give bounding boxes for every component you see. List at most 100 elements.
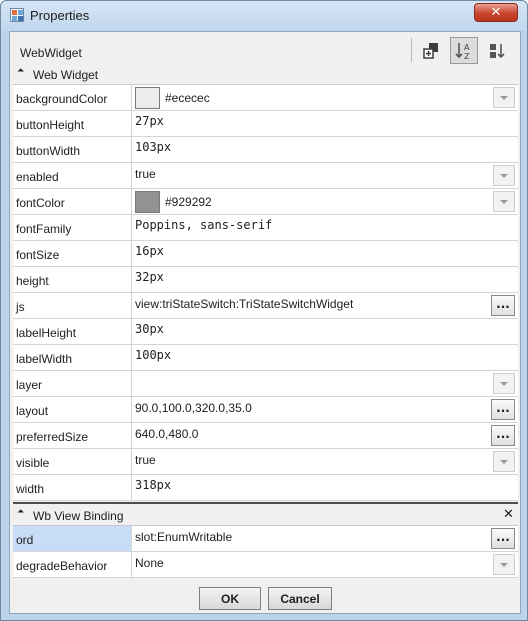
property-name[interactable]: height [13, 267, 132, 292]
property-row-fontcolor: fontColor #929292 [13, 189, 518, 215]
chevron-down-icon [500, 459, 508, 464]
property-row-buttonwidth: buttonWidth 103px [13, 137, 518, 163]
dropdown-button[interactable] [493, 554, 515, 575]
property-value-editor[interactable]: 640.0,480.0... [133, 423, 518, 448]
property-name[interactable]: ord [13, 526, 132, 551]
svg-text:Z: Z [464, 52, 470, 61]
value-text: 100px [135, 348, 172, 362]
value-text: true [135, 167, 156, 181]
value-text: 318px [135, 478, 172, 492]
value-text: 27px [135, 114, 164, 128]
ellipsis-button[interactable]: ... [491, 295, 515, 316]
property-name[interactable]: fontFamily [13, 215, 132, 240]
chevron-down-icon [500, 381, 508, 386]
section-divider [13, 502, 518, 504]
dropdown-button[interactable] [493, 373, 515, 394]
property-value-editor[interactable]: view:triStateSwitch:TriStateSwitchWidget… [133, 293, 518, 318]
value-text: true [135, 453, 156, 467]
property-value-editor[interactable]: true [133, 163, 518, 188]
value-text: Poppins, sans-serif [135, 218, 273, 232]
section-title: Web Widget [33, 68, 99, 82]
property-name[interactable]: preferredSize [13, 423, 132, 448]
property-value-editor[interactable]: 318px [133, 475, 518, 500]
sort-alphabetical-button[interactable]: A Z [450, 37, 478, 64]
dialog-body: WebWidget A Z ⏶ Web Widget backgroundCol… [9, 31, 521, 614]
window-close-button[interactable]: ✕ [474, 3, 518, 22]
property-name[interactable]: buttonWidth [13, 137, 132, 162]
property-value-editor[interactable]: Poppins, sans-serif [133, 215, 518, 240]
property-value-editor[interactable]: 16px [133, 241, 518, 266]
value-text: 90.0,100.0,320.0,35.0 [135, 401, 252, 415]
property-name[interactable]: layer [13, 371, 132, 396]
chevron-down-icon [500, 199, 508, 204]
property-name[interactable]: buttonHeight [13, 111, 132, 136]
sort-order-icon [490, 43, 505, 58]
property-row-ord: ord slot:EnumWritable... [13, 526, 518, 552]
ok-button[interactable]: OK [199, 587, 261, 610]
section-header-web-widget[interactable]: ⏶ Web Widget [13, 66, 518, 84]
property-name[interactable]: visible [13, 449, 132, 474]
property-value-editor[interactable]: true [133, 449, 518, 474]
value-text: 640.0,480.0 [135, 427, 199, 441]
property-row-height: height 32px [13, 267, 518, 293]
title-bar[interactable]: Properties ✕ [1, 1, 527, 31]
property-name[interactable]: labelHeight [13, 319, 132, 344]
properties-window: Properties ✕ WebWidget A Z ⏶ Web Widget … [0, 0, 528, 621]
cancel-button[interactable]: Cancel [268, 587, 332, 610]
property-row-visible: visible true [13, 449, 518, 475]
property-value-editor[interactable]: slot:EnumWritable... [133, 526, 518, 551]
remove-section-icon[interactable]: ✕ [503, 507, 514, 522]
color-swatch[interactable] [135, 191, 160, 213]
chevron-down-icon [500, 95, 508, 100]
property-name[interactable]: labelWidth [13, 345, 132, 370]
dropdown-button[interactable] [493, 451, 515, 472]
chevron-down-icon [500, 173, 508, 178]
property-row-labelheight: labelHeight 30px [13, 319, 518, 345]
dropdown-button[interactable] [493, 165, 515, 186]
property-name[interactable]: enabled [13, 163, 132, 188]
property-sheet-web-widget: backgroundColor #ececec buttonHeight 27px bu… [13, 84, 518, 501]
property-name[interactable]: degradeBehavior [13, 552, 132, 577]
sort-order-button[interactable] [483, 37, 511, 64]
color-value: #929292 [165, 195, 212, 209]
collapse-icon: ⏶ [17, 66, 25, 76]
property-value-editor[interactable]: 90.0,100.0,320.0,35.0... [133, 397, 518, 422]
dropdown-button[interactable] [493, 191, 515, 212]
ellipsis-button[interactable]: ... [491, 399, 515, 420]
property-value-editor[interactable]: #929292 [133, 189, 518, 214]
toolbar-separator [411, 38, 412, 62]
add-slot-button[interactable] [418, 37, 446, 64]
ellipsis-button[interactable]: ... [491, 528, 515, 549]
property-value-editor[interactable]: 103px [133, 137, 518, 162]
property-name[interactable]: fontColor [13, 189, 132, 214]
value-text: view:triStateSwitch:TriStateSwitchWidget [135, 297, 354, 311]
component-title: WebWidget [20, 46, 82, 60]
window-title: Properties [30, 8, 90, 23]
property-row-preferredsize: preferredSize 640.0,480.0... [13, 423, 518, 449]
property-row-layout: layout 90.0,100.0,320.0,35.0... [13, 397, 518, 423]
property-name[interactable]: fontSize [13, 241, 132, 266]
close-icon: ✕ [490, 5, 502, 20]
property-row-enabled: enabled true [13, 163, 518, 189]
value-text: 103px [135, 140, 172, 154]
color-value: #ececec [165, 91, 210, 105]
property-name[interactable]: layout [13, 397, 132, 422]
sort-az-icon: A Z [455, 42, 470, 61]
property-name[interactable]: backgroundColor [13, 85, 132, 110]
property-value-editor[interactable]: 27px [133, 111, 518, 136]
property-value-editor[interactable]: 30px [133, 319, 518, 344]
section-header-wb-view-binding[interactable]: ⏶ Wb View Binding ✕ [13, 507, 518, 525]
app-icon [10, 8, 24, 22]
property-row-buttonheight: buttonHeight 27px [13, 111, 518, 137]
property-name[interactable]: js [13, 293, 132, 318]
property-value-editor[interactable]: 100px [133, 345, 518, 370]
property-value-editor[interactable] [133, 371, 518, 396]
property-value-editor[interactable]: 32px [133, 267, 518, 292]
ellipsis-button[interactable]: ... [491, 425, 515, 446]
property-value-editor[interactable]: None [133, 552, 518, 577]
dropdown-button[interactable] [493, 87, 515, 108]
property-name[interactable]: width [13, 475, 132, 500]
property-value-editor[interactable]: #ececec [133, 85, 518, 110]
color-swatch[interactable] [135, 87, 160, 109]
property-row-fontsize: fontSize 16px [13, 241, 518, 267]
